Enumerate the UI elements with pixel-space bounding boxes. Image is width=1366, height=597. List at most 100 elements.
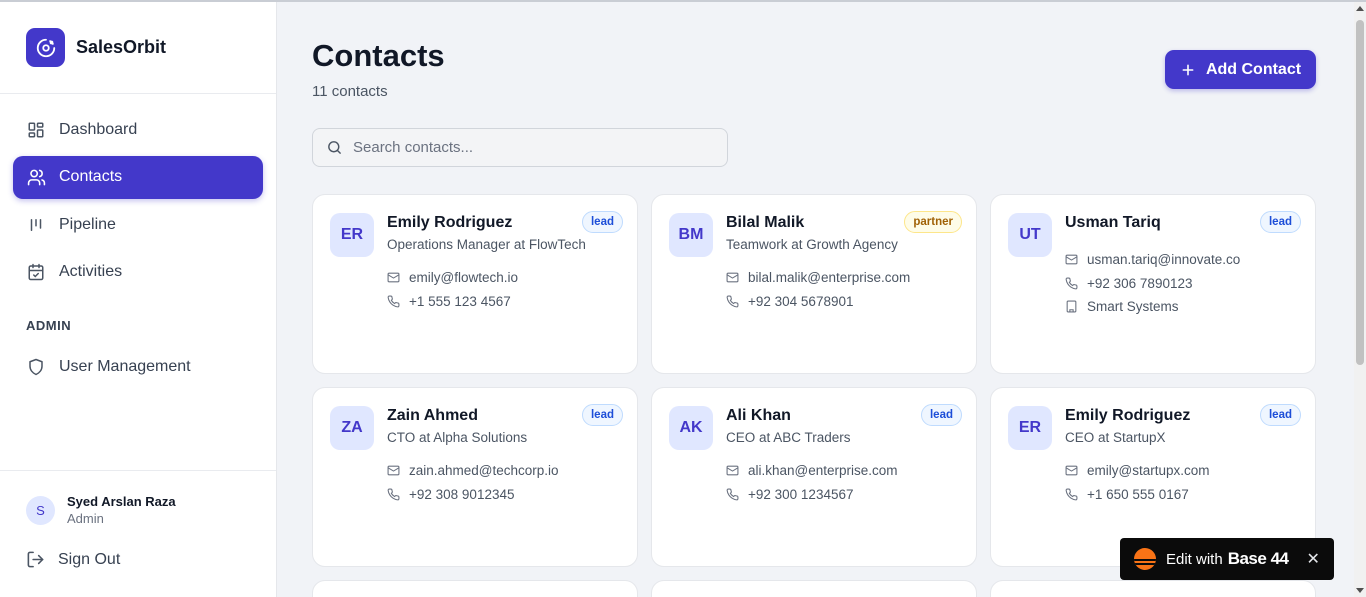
contact-phone[interactable]: +92 308 9012345	[409, 487, 514, 502]
mail-icon	[1065, 464, 1079, 477]
contact-phone[interactable]: +92 306 7890123	[1087, 276, 1192, 291]
scroll-down-arrow-icon[interactable]	[1356, 588, 1364, 593]
status-badge: lead	[581, 211, 623, 233]
contact-phone[interactable]: +1 650 555 0167	[1087, 487, 1189, 502]
phone-icon	[387, 295, 401, 308]
orbit-logo-icon	[26, 28, 65, 67]
nav-item-contacts[interactable]: Contacts	[13, 155, 263, 199]
contact-email[interactable]: zain.ahmed@techcorp.io	[409, 463, 559, 478]
dashboard-icon	[26, 120, 46, 140]
phone-icon	[726, 295, 740, 308]
contact-email[interactable]: usman.tariq@innovate.co	[1087, 252, 1240, 267]
nav-label: User Management	[59, 357, 191, 375]
avatar: S	[26, 495, 55, 525]
contact-phone[interactable]: +1 555 123 4567	[409, 294, 511, 309]
contacts-grid: ER Emily Rodriguez Operations Manager at…	[312, 194, 1316, 597]
contact-name: Usman Tariq	[1065, 214, 1161, 231]
nav-item-user-management[interactable]: User Management	[13, 345, 263, 388]
users-icon	[26, 167, 46, 187]
nav-label: Pipeline	[59, 215, 116, 233]
contact-name: Emily Rodriguez	[1065, 407, 1191, 424]
contact-card[interactable]: ZA Zain Ahmed CTO at Alpha Solutions lea…	[312, 387, 638, 567]
contact-card[interactable]: AK Ali Khan CEO at ABC Traders lead ali.…	[651, 387, 977, 567]
contact-avatar: BM	[669, 213, 713, 257]
building-icon	[1065, 300, 1079, 313]
contact-avatar: ER	[1008, 406, 1052, 450]
plus-icon	[1180, 62, 1196, 78]
contact-role: CEO at StartupX	[1065, 430, 1166, 445]
sign-out-button[interactable]: Sign Out	[0, 526, 276, 569]
admin-section-title: ADMIN	[26, 318, 72, 333]
nav-label: Activities	[59, 263, 123, 280]
base44-logo-icon	[1134, 548, 1156, 570]
nav-item-dashboard[interactable]: Dashboard	[13, 108, 263, 151]
status-badge: lead	[1259, 404, 1301, 426]
main-content: Contacts 11 contacts Add Contact ER Emil…	[277, 2, 1354, 597]
nav-label: Dashboard	[59, 120, 138, 138]
log-out-icon	[26, 550, 45, 569]
user-name: Syed Arslan Raza	[67, 494, 176, 509]
user-role: Admin	[67, 511, 104, 526]
contact-role: Teamwork at Growth Agency	[726, 237, 898, 252]
edit-with-base44-badge[interactable]: Edit with Base 44 ✕	[1120, 538, 1334, 580]
contact-phone[interactable]: +92 304 5678901	[748, 294, 853, 309]
contact-avatar: UT	[1008, 213, 1052, 257]
mail-icon	[387, 271, 401, 284]
page-scrollbar[interactable]	[1354, 2, 1366, 597]
contact-card-partial[interactable]	[312, 580, 638, 597]
page-title: Contacts	[312, 38, 445, 73]
contact-card-partial[interactable]	[990, 580, 1316, 597]
mail-icon	[1065, 253, 1079, 266]
sign-out-label: Sign Out	[58, 550, 121, 568]
status-badge: lead	[1259, 211, 1301, 233]
contact-role: CEO at ABC Traders	[726, 430, 851, 445]
phone-icon	[1065, 488, 1079, 501]
status-badge: partner	[904, 211, 962, 233]
contact-phone[interactable]: +92 300 1234567	[748, 487, 853, 502]
toast-text: Edit with	[1166, 550, 1223, 568]
mail-icon	[726, 271, 740, 284]
contact-company: Smart Systems	[1087, 299, 1179, 315]
contact-name: Zain Ahmed	[387, 407, 478, 424]
contact-email[interactable]: ali.khan@enterprise.com	[748, 463, 898, 478]
nav-item-activities[interactable]: Activities	[13, 251, 263, 294]
pipeline-icon	[26, 215, 46, 235]
search-icon	[326, 139, 343, 156]
contact-avatar: ER	[330, 213, 374, 257]
contact-card[interactable]: UT Usman Tariq lead usman.tariq@innovate…	[990, 194, 1316, 374]
contact-card[interactable]: BM Bilal Malik Teamwork at Growth Agency…	[651, 194, 977, 374]
nav-label: Contacts	[59, 168, 123, 185]
close-icon[interactable]: ✕	[1306, 549, 1319, 569]
contact-card-partial[interactable]	[651, 580, 977, 597]
add-contact-button[interactable]: Add Contact	[1165, 50, 1316, 89]
contact-email[interactable]: emily@startupx.com	[1087, 463, 1209, 478]
scroll-up-arrow-icon[interactable]	[1356, 6, 1364, 11]
phone-icon	[1065, 277, 1079, 290]
toast-brand: Base 44	[1227, 549, 1289, 568]
scrollbar-thumb[interactable]	[1356, 20, 1364, 365]
phone-icon	[726, 488, 740, 501]
contact-name: Ali Khan	[726, 407, 791, 424]
sidebar-footer: S Syed Arslan Raza Admin Sign Out	[0, 470, 276, 597]
contact-email[interactable]: bilal.malik@enterprise.com	[748, 270, 910, 285]
shield-icon	[26, 357, 46, 377]
contact-card[interactable]: ER Emily Rodriguez Operations Manager at…	[312, 194, 638, 374]
current-user: S Syed Arslan Raza Admin	[0, 471, 276, 526]
contact-count: 11 contacts	[312, 83, 388, 100]
contact-email[interactable]: emily@flowtech.io	[409, 270, 518, 285]
main-nav: Dashboard Contacts Pipeline Activities A…	[0, 94, 276, 388]
sidebar: SalesOrbit Dashboard Contacts Pipeline A…	[0, 2, 277, 597]
add-contact-label: Add Contact	[1205, 60, 1302, 78]
contact-avatar: ZA	[330, 406, 374, 450]
status-badge: lead	[920, 404, 962, 426]
mail-icon	[726, 464, 740, 477]
contact-name: Emily Rodriguez	[387, 214, 513, 231]
search-box	[312, 128, 728, 167]
brand[interactable]: SalesOrbit	[0, 2, 276, 94]
calendar-check-icon	[26, 262, 46, 282]
search-input[interactable]	[353, 139, 713, 156]
phone-icon	[387, 488, 401, 501]
app-name: SalesOrbit	[76, 37, 167, 57]
contact-name: Bilal Malik	[726, 214, 805, 231]
nav-item-pipeline[interactable]: Pipeline	[13, 203, 263, 246]
